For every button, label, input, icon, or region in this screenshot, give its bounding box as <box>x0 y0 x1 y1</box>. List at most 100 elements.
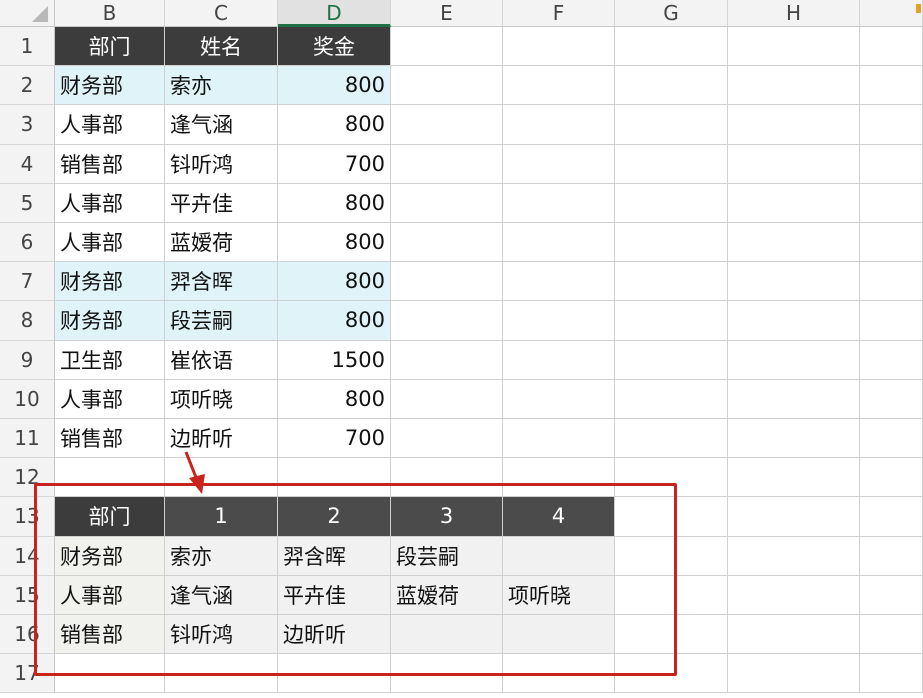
column-header-g[interactable]: G <box>615 0 728 27</box>
empty-cell[interactable] <box>860 105 923 145</box>
empty-cell[interactable] <box>728 458 860 498</box>
column-header-b[interactable]: B <box>55 0 165 27</box>
source-data-cell[interactable]: 销售部 <box>55 144 165 184</box>
row-header-10[interactable]: 10 <box>0 379 55 419</box>
row-header-3[interactable]: 3 <box>0 105 55 145</box>
source-data-cell[interactable]: 人事部 <box>55 379 165 419</box>
source-data-cell[interactable]: 人事部 <box>55 105 165 145</box>
empty-cell[interactable] <box>391 105 503 145</box>
empty-cell[interactable] <box>728 183 860 223</box>
empty-cell[interactable] <box>860 379 923 419</box>
source-data-cell[interactable]: 800 <box>278 66 391 106</box>
empty-cell[interactable] <box>503 105 615 145</box>
empty-cell[interactable] <box>503 419 615 459</box>
source-data-cell[interactable]: 蓝嫒荷 <box>165 223 278 263</box>
source-header-cell[interactable]: 奖金 <box>278 27 391 67</box>
empty-cell[interactable] <box>615 379 728 419</box>
source-header-cell[interactable]: 部门 <box>55 27 165 67</box>
empty-cell[interactable] <box>615 419 728 459</box>
empty-cell[interactable] <box>391 144 503 184</box>
row-header-7[interactable]: 7 <box>0 262 55 302</box>
empty-cell[interactable] <box>391 183 503 223</box>
empty-cell[interactable] <box>860 419 923 459</box>
empty-cell[interactable] <box>728 340 860 380</box>
row-header-2[interactable]: 2 <box>0 66 55 106</box>
source-data-cell[interactable]: 800 <box>278 183 391 223</box>
empty-cell[interactable] <box>860 654 923 694</box>
empty-cell[interactable] <box>503 144 615 184</box>
empty-cell[interactable] <box>860 66 923 106</box>
empty-cell[interactable] <box>860 497 923 537</box>
empty-cell[interactable] <box>391 340 503 380</box>
empty-cell[interactable] <box>860 223 923 263</box>
empty-cell[interactable] <box>503 262 615 302</box>
source-data-cell[interactable]: 逢气涵 <box>165 105 278 145</box>
source-data-cell[interactable]: 700 <box>278 144 391 184</box>
empty-cell[interactable] <box>860 536 923 576</box>
empty-cell[interactable] <box>503 183 615 223</box>
empty-cell[interactable] <box>728 379 860 419</box>
empty-cell[interactable] <box>391 223 503 263</box>
row-header-4[interactable]: 4 <box>0 144 55 184</box>
source-data-cell[interactable]: 700 <box>278 419 391 459</box>
empty-cell[interactable] <box>615 301 728 341</box>
row-header-9[interactable]: 9 <box>0 340 55 380</box>
empty-cell[interactable] <box>728 223 860 263</box>
empty-cell[interactable] <box>860 575 923 615</box>
empty-cell[interactable] <box>615 27 728 67</box>
row-header-5[interactable]: 5 <box>0 183 55 223</box>
empty-cell[interactable] <box>503 66 615 106</box>
source-header-cell[interactable]: 姓名 <box>165 27 278 67</box>
empty-cell[interactable] <box>860 262 923 302</box>
source-data-cell[interactable]: 800 <box>278 223 391 263</box>
row-header-11[interactable]: 11 <box>0 419 55 459</box>
empty-cell[interactable] <box>860 301 923 341</box>
empty-cell[interactable] <box>503 340 615 380</box>
empty-cell[interactable] <box>615 340 728 380</box>
source-data-cell[interactable]: 项听晓 <box>165 379 278 419</box>
empty-cell[interactable] <box>728 105 860 145</box>
empty-cell[interactable] <box>615 144 728 184</box>
empty-cell[interactable] <box>615 223 728 263</box>
empty-cell[interactable] <box>860 615 923 655</box>
column-header-c[interactable]: C <box>165 0 278 27</box>
source-data-cell[interactable]: 人事部 <box>55 223 165 263</box>
source-data-cell[interactable]: 卫生部 <box>55 340 165 380</box>
column-header-d[interactable]: D <box>278 0 391 27</box>
empty-cell[interactable] <box>615 66 728 106</box>
empty-cell[interactable] <box>728 654 860 694</box>
empty-cell[interactable] <box>728 144 860 184</box>
empty-cell[interactable] <box>391 379 503 419</box>
source-data-cell[interactable]: 钭听鸿 <box>165 144 278 184</box>
column-header-e[interactable]: E <box>391 0 503 27</box>
source-data-cell[interactable]: 销售部 <box>55 419 165 459</box>
column-header-h[interactable]: H <box>728 0 860 27</box>
column-header-f[interactable]: F <box>503 0 615 27</box>
source-data-cell[interactable]: 人事部 <box>55 183 165 223</box>
source-data-cell[interactable]: 800 <box>278 379 391 419</box>
empty-cell[interactable] <box>860 340 923 380</box>
source-data-cell[interactable]: 1500 <box>278 340 391 380</box>
empty-cell[interactable] <box>728 262 860 302</box>
empty-cell[interactable] <box>391 301 503 341</box>
empty-cell[interactable] <box>728 615 860 655</box>
source-data-cell[interactable]: 段芸嗣 <box>165 301 278 341</box>
empty-cell[interactable] <box>728 419 860 459</box>
empty-cell[interactable] <box>860 144 923 184</box>
empty-cell[interactable] <box>391 262 503 302</box>
source-data-cell[interactable]: 800 <box>278 301 391 341</box>
empty-cell[interactable] <box>728 301 860 341</box>
row-header-1[interactable]: 1 <box>0 27 55 67</box>
empty-cell[interactable] <box>503 301 615 341</box>
source-data-cell[interactable]: 800 <box>278 105 391 145</box>
empty-cell[interactable] <box>860 458 923 498</box>
empty-cell[interactable] <box>391 419 503 459</box>
row-header-8[interactable]: 8 <box>0 301 55 341</box>
source-data-cell[interactable]: 财务部 <box>55 301 165 341</box>
source-data-cell[interactable]: 平卉佳 <box>165 183 278 223</box>
empty-cell[interactable] <box>615 262 728 302</box>
column-header-i[interactable] <box>860 0 923 27</box>
source-data-cell[interactable]: 崔依语 <box>165 340 278 380</box>
empty-cell[interactable] <box>615 183 728 223</box>
empty-cell[interactable] <box>391 66 503 106</box>
